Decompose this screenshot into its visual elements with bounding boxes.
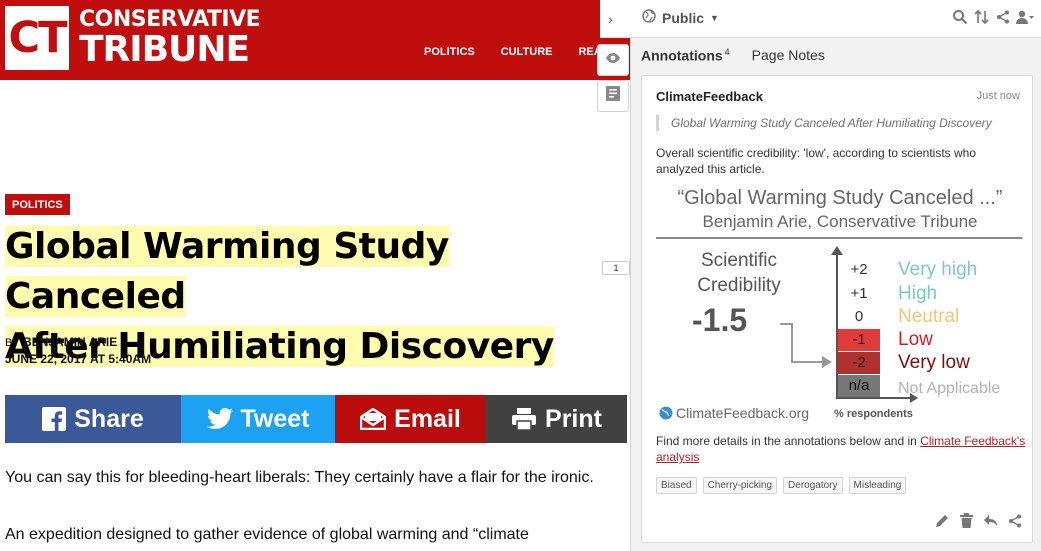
tag-biased[interactable]: Biased xyxy=(656,477,697,494)
credibility-graphic[interactable]: “Global Warming Study Canceled ...” Benj… xyxy=(656,184,1024,424)
source-label: ClimateFeedback.org xyxy=(676,405,810,421)
delete-icon[interactable] xyxy=(960,513,973,533)
edit-icon[interactable] xyxy=(935,513,950,533)
category-badge[interactable]: POLITICS xyxy=(5,194,70,215)
share-icon[interactable] xyxy=(996,10,1010,29)
annotation-actions xyxy=(935,513,1022,533)
share-icon[interactable] xyxy=(1008,514,1022,533)
facebook-share-button[interactable]: Share xyxy=(5,395,181,443)
level-value: -1 xyxy=(838,329,880,351)
annotation-timestamp[interactable]: Just now xyxy=(977,90,1020,102)
print-button[interactable]: Print xyxy=(486,395,627,443)
facebook-share-label: Share xyxy=(74,404,144,433)
annotation-tags: Biased Cherry-picking Derogatory Mislead… xyxy=(656,477,907,494)
level-value: -2 xyxy=(838,352,880,374)
level-label: Not Applicable xyxy=(898,380,1001,397)
eye-icon xyxy=(605,51,621,69)
byline-prefix: BY xyxy=(5,337,20,349)
tab-page-notes[interactable]: Page Notes xyxy=(752,47,825,64)
more-details-text: Find more details in the annotations bel… xyxy=(656,434,917,448)
annotation-card[interactable]: ClimateFeedback Just now Global Warming … xyxy=(641,75,1033,543)
tag-cherry-picking[interactable]: Cherry-picking xyxy=(702,477,778,494)
tab-annotations-label: Annotations xyxy=(641,47,723,64)
share-bar: Share Tweet Email Print xyxy=(5,395,627,443)
axis-caption: % respondents xyxy=(834,408,913,420)
level-value: n/a xyxy=(838,375,880,397)
annotation-more-text: Find more details in the annotations bel… xyxy=(656,433,1026,465)
twitter-icon xyxy=(206,408,233,430)
collapse-sidebar-icon[interactable]: › xyxy=(608,11,613,27)
globe-icon xyxy=(659,406,673,420)
new-page-note-button[interactable] xyxy=(597,80,629,112)
user-account-icon[interactable] xyxy=(1016,10,1034,29)
nav-item-politics[interactable]: POLITICS xyxy=(424,46,475,58)
annotation-author[interactable]: ClimateFeedback xyxy=(656,89,763,104)
search-icon[interactable] xyxy=(952,9,968,30)
level-label: High xyxy=(898,283,938,304)
article-date: JUNE 22, 2017 AT 5:40AM xyxy=(5,352,152,366)
article-paragraph: You can say this for bleeding-heart libe… xyxy=(5,469,594,486)
sidebar-toolbar: › Public ▼ xyxy=(600,0,1041,38)
level-label: Very high xyxy=(898,259,978,280)
twitter-share-button[interactable]: Tweet xyxy=(181,395,335,443)
logo-line2: TRIBUNE xyxy=(79,29,250,70)
annotation-count-marker[interactable]: 1 xyxy=(602,261,630,275)
level-label: Low xyxy=(898,329,933,350)
envelope-icon xyxy=(360,408,387,430)
site-logo-mark[interactable]: CT xyxy=(5,6,69,70)
chevron-down-icon: ▼ xyxy=(710,12,719,23)
level-value: +1 xyxy=(850,285,868,302)
sidebar-toggles xyxy=(597,44,629,116)
sidebar-tabs: Annotations 4 Page Notes xyxy=(641,47,825,64)
level-label: Neutral xyxy=(898,306,960,327)
printer-icon xyxy=(511,407,537,431)
scope-selector[interactable]: Public ▼ xyxy=(642,9,719,26)
toggle-highlights-button[interactable] xyxy=(597,44,629,76)
climatefeedback-logo: ClimateFeedback.org xyxy=(659,405,809,421)
toolbar-icons xyxy=(952,9,1034,30)
reply-icon[interactable] xyxy=(983,514,998,532)
email-share-label: Email xyxy=(394,404,461,433)
annotation-quote[interactable]: Global Warming Study Canceled After Humi… xyxy=(656,115,1016,131)
twitter-share-label: Tweet xyxy=(240,404,310,433)
headline-line1: Global Warming Study Canceled xyxy=(5,226,449,317)
level-value: 0 xyxy=(854,308,864,325)
tab-annotations[interactable]: Annotations 4 xyxy=(641,47,730,64)
level-value: +2 xyxy=(850,261,868,278)
print-label: Print xyxy=(545,404,602,433)
annotation-text: Overall scientific credibility: 'low', a… xyxy=(656,146,977,176)
nav-item-culture[interactable]: CULTURE xyxy=(501,46,553,58)
site-logo-text[interactable]: CONSERVATIVE TRIBUNE xyxy=(79,7,261,70)
page: CT CONSERVATIVE TRIBUNE POLITICS CULTURE… xyxy=(0,0,1041,551)
scope-label: Public xyxy=(662,9,705,26)
facebook-icon xyxy=(42,407,67,431)
tag-derogatory[interactable]: Derogatory xyxy=(783,477,843,494)
annotations-count: 4 xyxy=(724,47,730,57)
globe-icon xyxy=(642,9,656,26)
site-header: CT CONSERVATIVE TRIBUNE POLITICS CULTURE… xyxy=(0,0,630,80)
annotation-sidebar: › Public ▼ Annotations 4 Page Notes Clim… xyxy=(600,0,1041,551)
article-paragraph: An expedition designed to gather evidenc… xyxy=(5,526,529,543)
note-icon xyxy=(606,86,620,106)
email-share-button[interactable]: Email xyxy=(335,395,486,443)
byline: BY BENJAMIN ARIE JUNE 22, 2017 AT 5:40AM xyxy=(5,334,151,367)
logo-line1: CONSERVATIVE xyxy=(79,7,261,32)
author-name[interactable]: BENJAMIN ARIE xyxy=(23,335,117,349)
sort-icon[interactable] xyxy=(974,9,990,30)
tag-misleading[interactable]: Misleading xyxy=(848,477,907,494)
level-label: Very low xyxy=(898,352,970,373)
